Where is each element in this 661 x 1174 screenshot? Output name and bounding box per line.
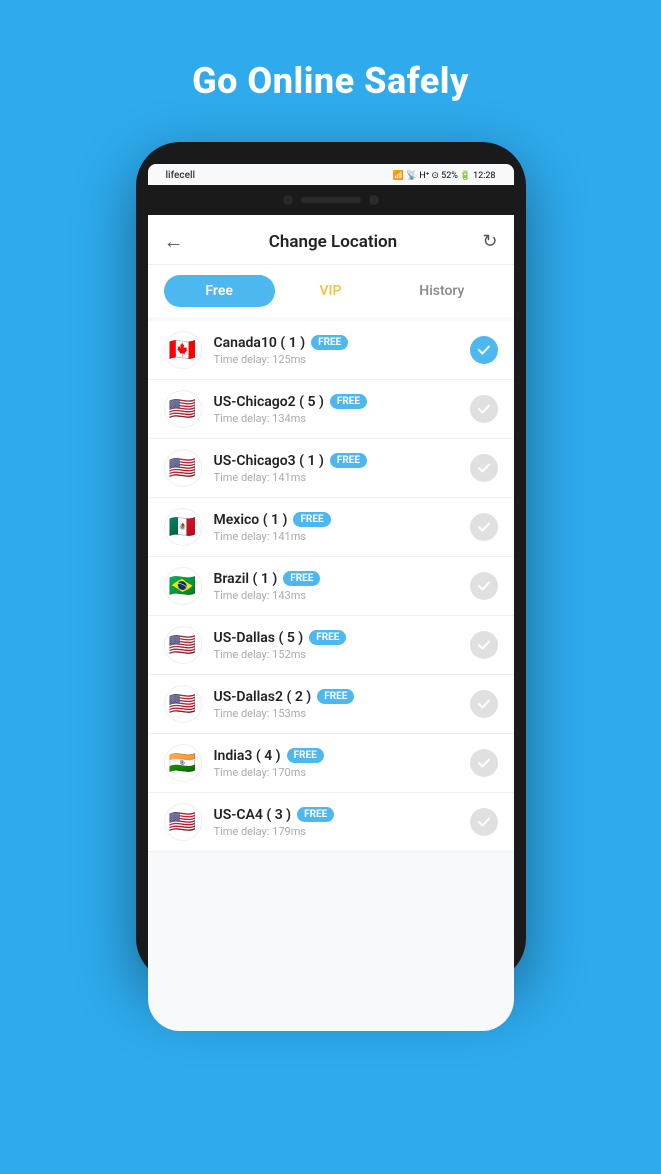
select-indicator: [470, 336, 498, 364]
free-badge: FREE: [330, 453, 367, 468]
location-name: US-Chicago3 ( 1 ): [214, 453, 324, 469]
tab-history[interactable]: History: [386, 275, 497, 307]
phone-frame: lifecell 📶 📡 H⁺ ⊙ 52% 🔋 12:28 ← Change L…: [136, 142, 526, 982]
list-item[interactable]: 🇺🇸 US-Chicago2 ( 5 ) FREE Time delay: 13…: [148, 380, 514, 439]
page-headline: Go Online Safely: [192, 60, 469, 102]
camera-dot-left: [283, 195, 293, 205]
location-name: Mexico ( 1 ): [214, 512, 288, 528]
carrier-label: lifecell: [166, 170, 196, 181]
free-badge: FREE: [287, 748, 324, 763]
signal-icon: 📶: [393, 171, 404, 181]
tab-vip[interactable]: VIP: [275, 275, 386, 307]
status-bar: lifecell 📶 📡 H⁺ ⊙ 52% 🔋 12:28: [148, 164, 514, 185]
free-badge: FREE: [293, 512, 330, 527]
location-list: 🇨🇦 Canada10 ( 1 ) FREE Time delay: 125ms…: [148, 321, 514, 852]
time-delay: Time delay: 125ms: [214, 353, 458, 366]
battery-label: ⊙ 52%: [431, 171, 457, 181]
status-icons: 📶 📡 H⁺ ⊙ 52% 🔋 12:28: [393, 171, 496, 181]
free-badge: FREE: [283, 571, 320, 586]
flag-icon: 🇧🇷: [164, 567, 202, 605]
select-indicator: [470, 513, 498, 541]
time-delay: Time delay: 179ms: [214, 825, 458, 838]
list-item[interactable]: 🇧🇷 Brazil ( 1 ) FREE Time delay: 143ms: [148, 557, 514, 616]
select-indicator: [470, 808, 498, 836]
flag-icon: 🇺🇸: [164, 449, 202, 487]
location-name: US-Dallas2 ( 2 ): [214, 689, 312, 705]
time-delay: Time delay: 153ms: [214, 707, 458, 720]
select-indicator: [470, 395, 498, 423]
back-button[interactable]: ←: [164, 229, 184, 254]
time-delay: Time delay: 143ms: [214, 589, 458, 602]
phone-top-bar: lifecell 📶 📡 H⁺ ⊙ 52% 🔋 12:28: [148, 154, 514, 215]
phone-screen: ← Change Location ↻ Free VIP History 🇨🇦 …: [148, 215, 514, 1031]
list-item[interactable]: 🇨🇦 Canada10 ( 1 ) FREE Time delay: 125ms: [148, 321, 514, 380]
select-indicator: [470, 749, 498, 777]
data-icon: H⁺: [419, 171, 429, 181]
select-indicator: [470, 454, 498, 482]
camera-dot-right: [369, 195, 379, 205]
select-indicator: [470, 572, 498, 600]
battery-icon: 🔋: [460, 171, 471, 181]
free-badge: FREE: [309, 630, 346, 645]
flag-icon: 🇺🇸: [164, 685, 202, 723]
free-badge: FREE: [311, 335, 348, 350]
location-name: Canada10 ( 1 ): [214, 335, 306, 351]
flag-icon: 🇲🇽: [164, 508, 202, 546]
camera-area: [148, 185, 514, 215]
list-item[interactable]: 🇺🇸 US-Dallas2 ( 2 ) FREE Time delay: 153…: [148, 675, 514, 734]
location-name: India3 ( 4 ): [214, 748, 281, 764]
tab-free[interactable]: Free: [164, 275, 275, 307]
time-delay: Time delay: 170ms: [214, 766, 458, 779]
app-header: ← Change Location ↻: [148, 215, 514, 265]
time-delay: Time delay: 141ms: [214, 471, 458, 484]
speaker-slit: [301, 197, 361, 203]
free-badge: FREE: [330, 394, 367, 409]
free-badge: FREE: [317, 689, 354, 704]
time-delay: Time delay: 152ms: [214, 648, 458, 661]
location-name: US-CA4 ( 3 ): [214, 807, 292, 823]
list-item[interactable]: 🇺🇸 US-Chicago3 ( 1 ) FREE Time delay: 14…: [148, 439, 514, 498]
refresh-button[interactable]: ↻: [482, 231, 497, 252]
list-item[interactable]: 🇺🇸 US-CA4 ( 3 ) FREE Time delay: 179ms: [148, 793, 514, 852]
flag-icon: 🇺🇸: [164, 626, 202, 664]
free-badge: FREE: [297, 807, 334, 822]
location-name: Brazil ( 1 ): [214, 571, 278, 587]
time-delay: Time delay: 141ms: [214, 530, 458, 543]
list-item[interactable]: 🇮🇳 India3 ( 4 ) FREE Time delay: 170ms: [148, 734, 514, 793]
flag-icon: 🇮🇳: [164, 744, 202, 782]
select-indicator: [470, 631, 498, 659]
select-indicator: [470, 690, 498, 718]
time-label: 12:28: [473, 171, 495, 181]
location-name: US-Dallas ( 5 ): [214, 630, 304, 646]
flag-icon: 🇺🇸: [164, 390, 202, 428]
tabs-container: Free VIP History: [148, 265, 514, 317]
screen-title: Change Location: [269, 232, 397, 252]
wifi-icon: 📡: [406, 171, 417, 181]
time-delay: Time delay: 134ms: [214, 412, 458, 425]
flag-icon: 🇨🇦: [164, 331, 202, 369]
location-name: US-Chicago2 ( 5 ): [214, 394, 324, 410]
list-item[interactable]: 🇲🇽 Mexico ( 1 ) FREE Time delay: 141ms: [148, 498, 514, 557]
list-item[interactable]: 🇺🇸 US-Dallas ( 5 ) FREE Time delay: 152m…: [148, 616, 514, 675]
flag-icon: 🇺🇸: [164, 803, 202, 841]
